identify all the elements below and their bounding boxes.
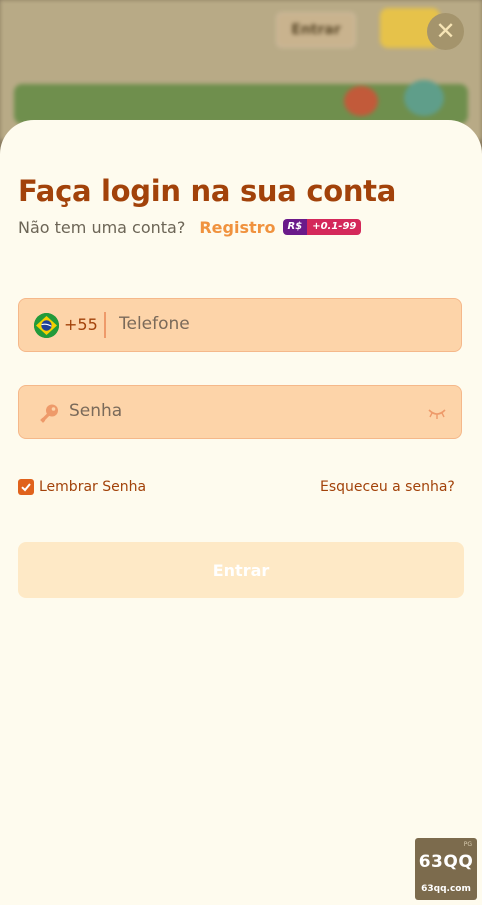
badge-amount: +0.1-99 [307, 219, 362, 235]
background-banner [14, 84, 468, 124]
register-prompt: Não tem uma conta? Registro R$ +0.1-99 [18, 216, 362, 238]
login-sheet: Faça login na sua conta Não tem uma cont… [0, 120, 482, 905]
page-title: Faça login na sua conta [18, 174, 397, 208]
close-button[interactable]: ✕ [427, 13, 464, 50]
watermark-brand: 63QQ [418, 852, 474, 872]
watermark-tag: PG [463, 841, 472, 848]
phone-input[interactable] [119, 314, 439, 334]
background-login-button: Entrar [276, 12, 356, 48]
country-code[interactable]: +55 [64, 315, 98, 334]
field-divider [104, 312, 106, 338]
close-icon: ✕ [435, 17, 456, 45]
background-decoration [404, 80, 444, 116]
login-submit-button[interactable]: Entrar [18, 542, 464, 598]
background-decoration [344, 86, 378, 116]
site-watermark: PG 63QQ 63qq.com [415, 838, 477, 900]
checkbox-checked-icon[interactable] [18, 479, 34, 495]
register-bonus-badge: R$ +0.1-99 [282, 219, 362, 235]
eye-closed-icon[interactable] [427, 406, 447, 420]
remember-password-checkbox[interactable]: Lembrar Senha [18, 479, 146, 495]
key-icon [38, 403, 60, 425]
password-field[interactable] [18, 385, 462, 439]
no-account-text: Não tem uma conta? [18, 217, 186, 237]
phone-field[interactable]: +55 [18, 298, 462, 352]
forgot-password-link[interactable]: Esqueceu a senha? [320, 479, 455, 495]
register-link[interactable]: Registro [199, 218, 275, 237]
password-input[interactable] [69, 401, 409, 421]
brazil-flag-icon[interactable] [34, 313, 59, 338]
background-app: Entrar [0, 0, 482, 140]
remember-password-label[interactable]: Lembrar Senha [39, 479, 146, 495]
badge-currency: R$ [282, 219, 308, 235]
watermark-url: 63qq.com [421, 884, 471, 894]
